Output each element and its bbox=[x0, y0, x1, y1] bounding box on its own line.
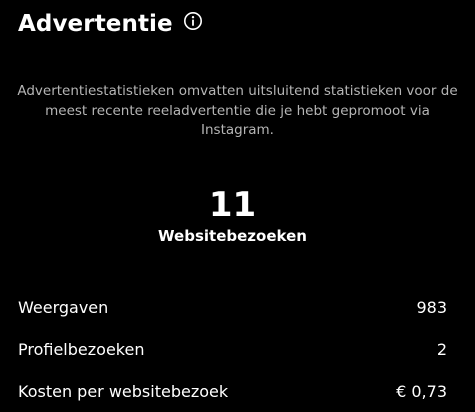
stat-row-views: Weergaven 983 bbox=[18, 286, 447, 328]
website-visits-metric: 11 Websitebezoeken bbox=[0, 186, 465, 245]
stats-list: Weergaven 983 Profielbezoeken 2 Kosten p… bbox=[18, 286, 447, 412]
stat-value: 2 bbox=[436, 339, 447, 359]
ad-insights-panel: Advertentie Advertentiestatistieken omva… bbox=[0, 0, 475, 412]
stat-row-profile-visits: Profielbezoeken 2 bbox=[18, 328, 447, 370]
info-icon[interactable] bbox=[183, 11, 203, 31]
website-visits-label: Websitebezoeken bbox=[158, 227, 307, 245]
panel-header: Advertentie bbox=[18, 11, 203, 37]
panel-title: Advertentie bbox=[18, 11, 173, 37]
stat-label: Weergaven bbox=[18, 297, 109, 317]
website-visits-value: 11 bbox=[208, 185, 257, 225]
stat-label: Kosten per websitebezoek bbox=[18, 381, 229, 401]
stat-label: Profielbezoeken bbox=[18, 339, 145, 359]
info-circle-icon bbox=[183, 12, 202, 30]
ad-description: Advertentiestatistieken omvatten uitslui… bbox=[17, 83, 458, 138]
stat-value: € 0,73 bbox=[396, 381, 447, 401]
stat-row-cost-per-visit: Kosten per websitebezoek € 0,73 bbox=[18, 370, 447, 412]
stat-value: 983 bbox=[416, 297, 447, 317]
